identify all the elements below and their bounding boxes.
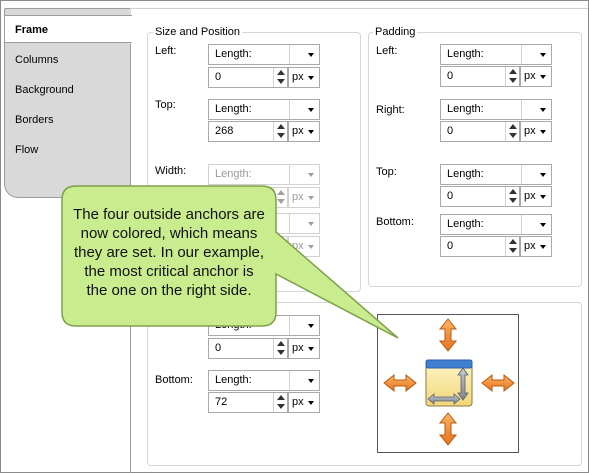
padding-bottom-unit-select[interactable]: px: [520, 236, 552, 257]
callout-line-1: The four outside anchors are: [73, 206, 265, 223]
padding-bottom-mode: Length:: [447, 218, 484, 230]
padding-top-mode: Length:: [447, 168, 484, 180]
size-position-title: Size and Position: [153, 26, 242, 38]
padding-right-mode: Length:: [447, 103, 484, 115]
anchor-widget-graphic: [383, 318, 515, 446]
top-spin[interactable]: [273, 122, 287, 141]
padding-bottom-value: 0: [447, 240, 454, 252]
callout-line-5: the one on the right side.: [86, 282, 252, 299]
top-mode-select[interactable]: Length:: [208, 99, 320, 120]
anchor-widget: [377, 314, 519, 453]
padding-left-mode: Length:: [447, 48, 484, 60]
right-unit-select[interactable]: px: [288, 338, 320, 359]
padding-bottom-unit: px: [524, 240, 536, 252]
padding-top-unit: px: [524, 190, 536, 202]
padding-right-label: Right:: [376, 104, 405, 116]
bottom-unit-select[interactable]: px: [288, 392, 320, 413]
top-value-input[interactable]: 268: [208, 121, 288, 142]
right-unit: px: [292, 342, 304, 354]
top-anchor-arrow[interactable]: [438, 318, 458, 352]
bottom-unit: px: [292, 396, 304, 408]
padding-left-value: 0: [447, 70, 454, 82]
tab-strip: Frame Columns Background Borders Flow: [4, 8, 132, 198]
padding-left-label: Left:: [376, 45, 398, 57]
left-mode-value: Length:: [215, 48, 252, 60]
padding-bottom-label: Bottom:: [376, 216, 414, 228]
tab-background[interactable]: Background: [5, 76, 132, 104]
padding-top-input[interactable]: 0: [440, 186, 520, 207]
padding-left-input[interactable]: 0: [440, 66, 520, 87]
height-unit-select[interactable]: px: [288, 236, 320, 257]
left-value: 0: [215, 71, 222, 83]
right-value-input[interactable]: 0: [208, 338, 288, 359]
tab-columns[interactable]: Columns: [5, 46, 132, 74]
right-anchor-arrow[interactable]: [481, 373, 515, 393]
padding-left-mode-select[interactable]: Length:: [440, 44, 552, 65]
left-mode-select[interactable]: Length:: [208, 44, 320, 65]
right-mode-select[interactable]: Length:: [208, 315, 320, 336]
bottom-value: 72: [215, 396, 228, 408]
padding-top-unit-select[interactable]: px: [520, 186, 552, 207]
width-unit: px: [292, 191, 304, 203]
left-unit-select[interactable]: px: [288, 67, 320, 88]
padding-left-unit-select[interactable]: px: [520, 66, 552, 87]
top-unit-select[interactable]: px: [288, 121, 320, 142]
padding-right-value: 0: [447, 125, 454, 137]
height-unit: px: [292, 240, 304, 252]
width-mode-select[interactable]: Length:: [208, 164, 320, 185]
tab-borders[interactable]: Borders: [5, 106, 132, 134]
right-value: 0: [215, 342, 222, 354]
callout-line-3: they are set. In our example,: [73, 244, 265, 261]
padding-top-value: 0: [447, 190, 454, 202]
bottom-mode-value: Length:: [215, 374, 252, 386]
padding-right-mode-select[interactable]: Length:: [440, 99, 552, 120]
frame-center-icon: [425, 359, 473, 407]
left-anchor-arrow[interactable]: [383, 373, 417, 393]
bottom-anchor-arrow[interactable]: [438, 412, 458, 446]
callout-text: The four outside anchors are now colored…: [62, 205, 276, 300]
width-unit-select[interactable]: px: [288, 187, 320, 208]
padding-top-label: Top:: [376, 166, 397, 178]
padding-bottom-input[interactable]: 0: [440, 236, 520, 257]
panel-top-line: [130, 8, 588, 9]
bottom-value-input[interactable]: 72: [208, 392, 288, 413]
padding-right-unit-select[interactable]: px: [520, 121, 552, 142]
padding-left-unit: px: [524, 70, 536, 82]
left-value-input[interactable]: 0: [208, 67, 288, 88]
left-label: Left:: [155, 45, 177, 57]
chevron-down-icon: [308, 53, 314, 57]
top-label: Top:: [155, 99, 176, 111]
padding-bottom-mode-select[interactable]: Length:: [440, 214, 552, 235]
tab-flow[interactable]: Flow: [5, 136, 132, 164]
padding-right-unit: px: [524, 125, 536, 137]
padding-title: Padding: [373, 26, 418, 38]
callout-line-4: the most critical anchor is: [84, 263, 254, 280]
top-unit: px: [292, 125, 304, 137]
top-mode-value: Length:: [215, 103, 252, 115]
padding-right-input[interactable]: 0: [440, 121, 520, 142]
padding-top-mode-select[interactable]: Length:: [440, 164, 552, 185]
width-mode-value: Length:: [215, 168, 252, 180]
bottom-label: Bottom:: [155, 374, 193, 386]
callout-line-2: now colored, which means: [80, 225, 258, 242]
right-mode-value: Length:: [215, 319, 252, 331]
bottom-mode-select[interactable]: Length:: [208, 370, 320, 391]
top-value: 268: [215, 125, 234, 137]
tab-frame[interactable]: Frame: [5, 15, 132, 43]
left-unit: px: [292, 71, 304, 83]
width-label: Width:: [155, 165, 187, 177]
left-spin[interactable]: [273, 68, 287, 87]
